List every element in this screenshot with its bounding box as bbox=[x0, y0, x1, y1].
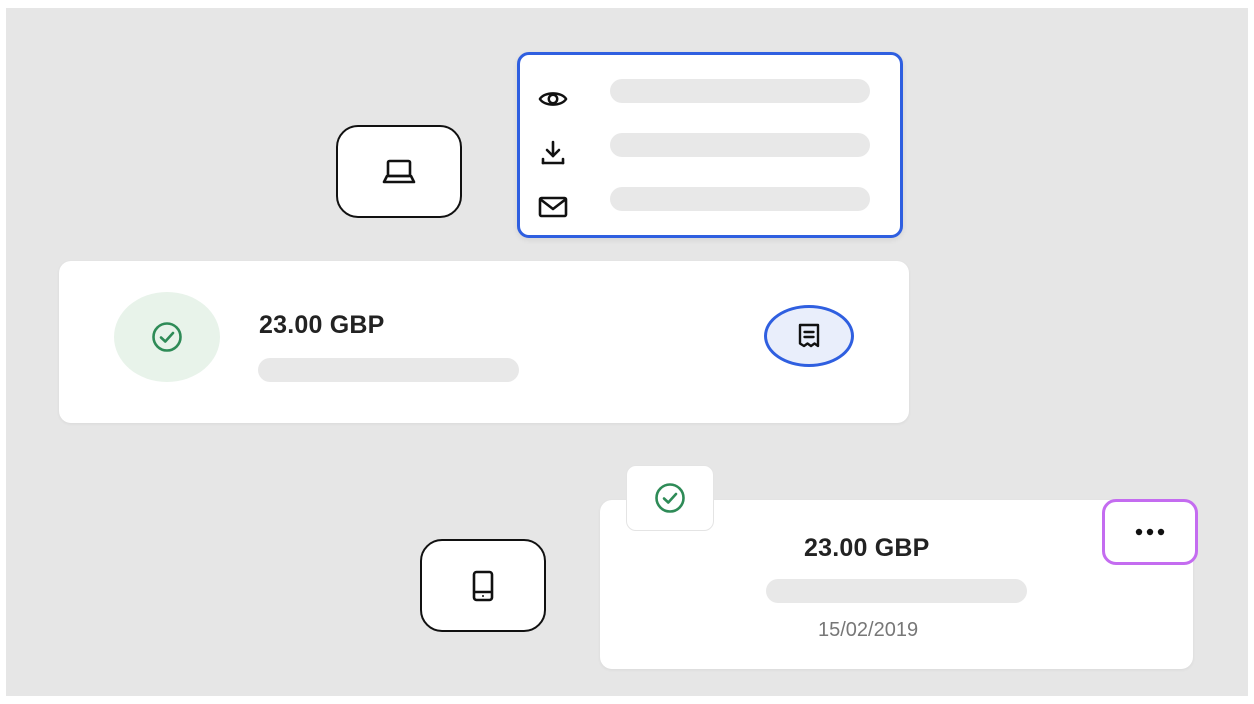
menu-item-email[interactable] bbox=[520, 187, 900, 227]
transaction-date: 15/02/2019 bbox=[818, 619, 919, 641]
menu-item-view[interactable] bbox=[520, 79, 900, 119]
eye-icon bbox=[538, 85, 568, 113]
download-icon bbox=[538, 139, 568, 167]
menu-item-view-label-placeholder bbox=[610, 79, 870, 103]
desktop-transaction-card[interactable]: 23.00 GBP bbox=[59, 261, 909, 423]
receipt-actions-menu bbox=[517, 52, 903, 238]
check-circle-icon bbox=[151, 321, 183, 353]
mail-icon bbox=[538, 193, 568, 221]
desktop-device-tile bbox=[336, 125, 462, 218]
menu-item-email-label-placeholder bbox=[610, 187, 870, 211]
transaction-description-placeholder bbox=[258, 358, 519, 382]
more-options-button[interactable] bbox=[1102, 499, 1198, 565]
transaction-description-placeholder bbox=[766, 579, 1027, 603]
receipt-button[interactable] bbox=[764, 305, 854, 367]
mobile-device-tile bbox=[420, 539, 546, 632]
menu-item-download[interactable] bbox=[520, 133, 900, 173]
phone-icon bbox=[472, 570, 494, 602]
menu-item-download-label-placeholder bbox=[610, 133, 870, 157]
more-horizontal-icon bbox=[1135, 528, 1165, 536]
transaction-amount: 23.00 GBP bbox=[804, 534, 930, 562]
check-circle-icon bbox=[654, 482, 686, 514]
transaction-amount: 23.00 GBP bbox=[259, 311, 385, 339]
laptop-icon bbox=[382, 158, 416, 186]
status-badge bbox=[114, 292, 220, 382]
receipt-icon bbox=[798, 323, 820, 349]
status-badge bbox=[626, 465, 714, 531]
